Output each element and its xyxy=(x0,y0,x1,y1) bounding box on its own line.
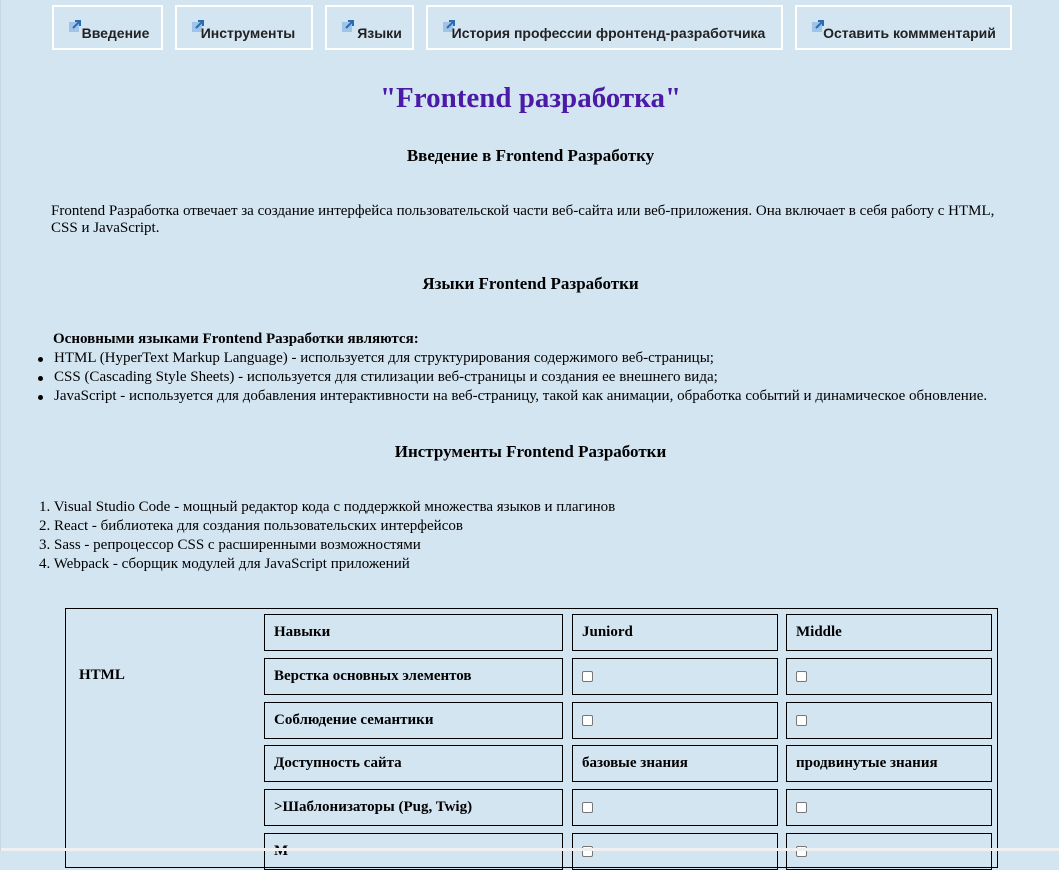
list-item: CSS (Cascading Style Sheets) - используе… xyxy=(1,368,987,387)
table-cell-skill: >Шаблонизаторы (Pug, Twig) xyxy=(264,789,563,826)
junior-checkbox[interactable] xyxy=(582,715,593,726)
table-cell-middle xyxy=(786,702,992,739)
nav-item-label: Введение xyxy=(81,24,150,41)
intro-heading: Введение в Frontend Разработку xyxy=(406,146,655,165)
languages-list: HTML (HyperText Markup Language) - испол… xyxy=(1,349,987,406)
junior-checkbox[interactable] xyxy=(582,671,593,682)
list-item: JavaScript - используется для добавления… xyxy=(1,387,987,406)
table-cell-middle xyxy=(786,833,992,870)
languages-lead: Основными языками Frontend Разработки яв… xyxy=(53,331,419,347)
list-item: 2. React - библиотека для создания польз… xyxy=(39,518,463,534)
table-header-skills: Навыки xyxy=(264,614,563,651)
bullet-icon xyxy=(38,357,43,362)
list-item-text: CSS (Cascading Style Sheets) - используе… xyxy=(54,369,718,385)
external-link-icon xyxy=(69,20,81,32)
tools-list: 1. Visual Studio Code - мощный редактор … xyxy=(39,498,615,574)
nav-item-history[interactable]: История профессии фронтенд-разработчика xyxy=(426,5,783,50)
nav-item-label: Языки xyxy=(357,24,402,41)
middle-checkbox[interactable] xyxy=(796,802,807,813)
bullet-icon xyxy=(38,376,43,381)
table-header-junior: Juniord xyxy=(572,614,778,651)
list-item-text: HTML (HyperText Markup Language) - испол… xyxy=(54,350,714,366)
nav-item-tools[interactable]: Инструменты xyxy=(175,5,313,50)
page-title: "Frontend разработка" xyxy=(379,82,682,114)
nav-item-intro[interactable]: Введение xyxy=(52,5,163,50)
table-cell-skill: Верстка основных элементов xyxy=(264,658,563,695)
tools-heading: Инструменты Frontend Разработки xyxy=(394,442,667,461)
table-cell-junior: базовые знания xyxy=(572,745,778,782)
nav-item-label: Оставить коммментарий xyxy=(823,24,996,41)
bullet-icon xyxy=(38,395,43,400)
middle-checkbox[interactable] xyxy=(796,671,807,682)
nav-item-languages[interactable]: Языки xyxy=(325,5,414,50)
table-cell-middle xyxy=(786,658,992,695)
languages-heading: Языки Frontend Разработки xyxy=(422,274,639,293)
table-cell-junior xyxy=(572,658,778,695)
table-cell-junior xyxy=(572,833,778,870)
intro-text: Frontend Разработка отвечает за создание… xyxy=(51,203,995,236)
table-cell-middle: продвинутые знания xyxy=(786,745,992,782)
table-cell-skill: Соблюдение семантики xyxy=(264,702,563,739)
nav-item-label: Инструменты xyxy=(200,24,296,41)
external-link-icon xyxy=(342,20,354,32)
junior-checkbox[interactable] xyxy=(582,802,593,813)
list-item: HTML (HyperText Markup Language) - испол… xyxy=(1,349,987,368)
table-cell-junior xyxy=(572,702,778,739)
table-cell-middle xyxy=(786,789,992,826)
table-cell-skill: Доступность сайта xyxy=(264,745,563,782)
nav-item-comment[interactable]: Оставить коммментарий xyxy=(795,5,1012,50)
table-cell-skill: М xyxy=(264,833,563,870)
page: Введение Инструменты Языки История профе… xyxy=(0,0,1059,870)
skills-table: HTML Навыки Juniord Middle Верстка основ… xyxy=(65,608,998,870)
table-header-middle: Middle xyxy=(786,614,992,651)
list-item: 3. Sass - репроцессор CSS с расширенными… xyxy=(39,537,421,553)
list-item: 4. Webpack - сборщик модулей для JavaScr… xyxy=(39,556,410,572)
list-item-text: JavaScript - используется для добавления… xyxy=(54,388,988,404)
table-cell-junior xyxy=(572,789,778,826)
table-row-label: HTML xyxy=(79,667,125,683)
nav-item-label: История профессии фронтенд-разработчика xyxy=(451,24,766,41)
middle-checkbox[interactable] xyxy=(796,715,807,726)
list-item: 1. Visual Studio Code - мощный редактор … xyxy=(39,499,616,515)
